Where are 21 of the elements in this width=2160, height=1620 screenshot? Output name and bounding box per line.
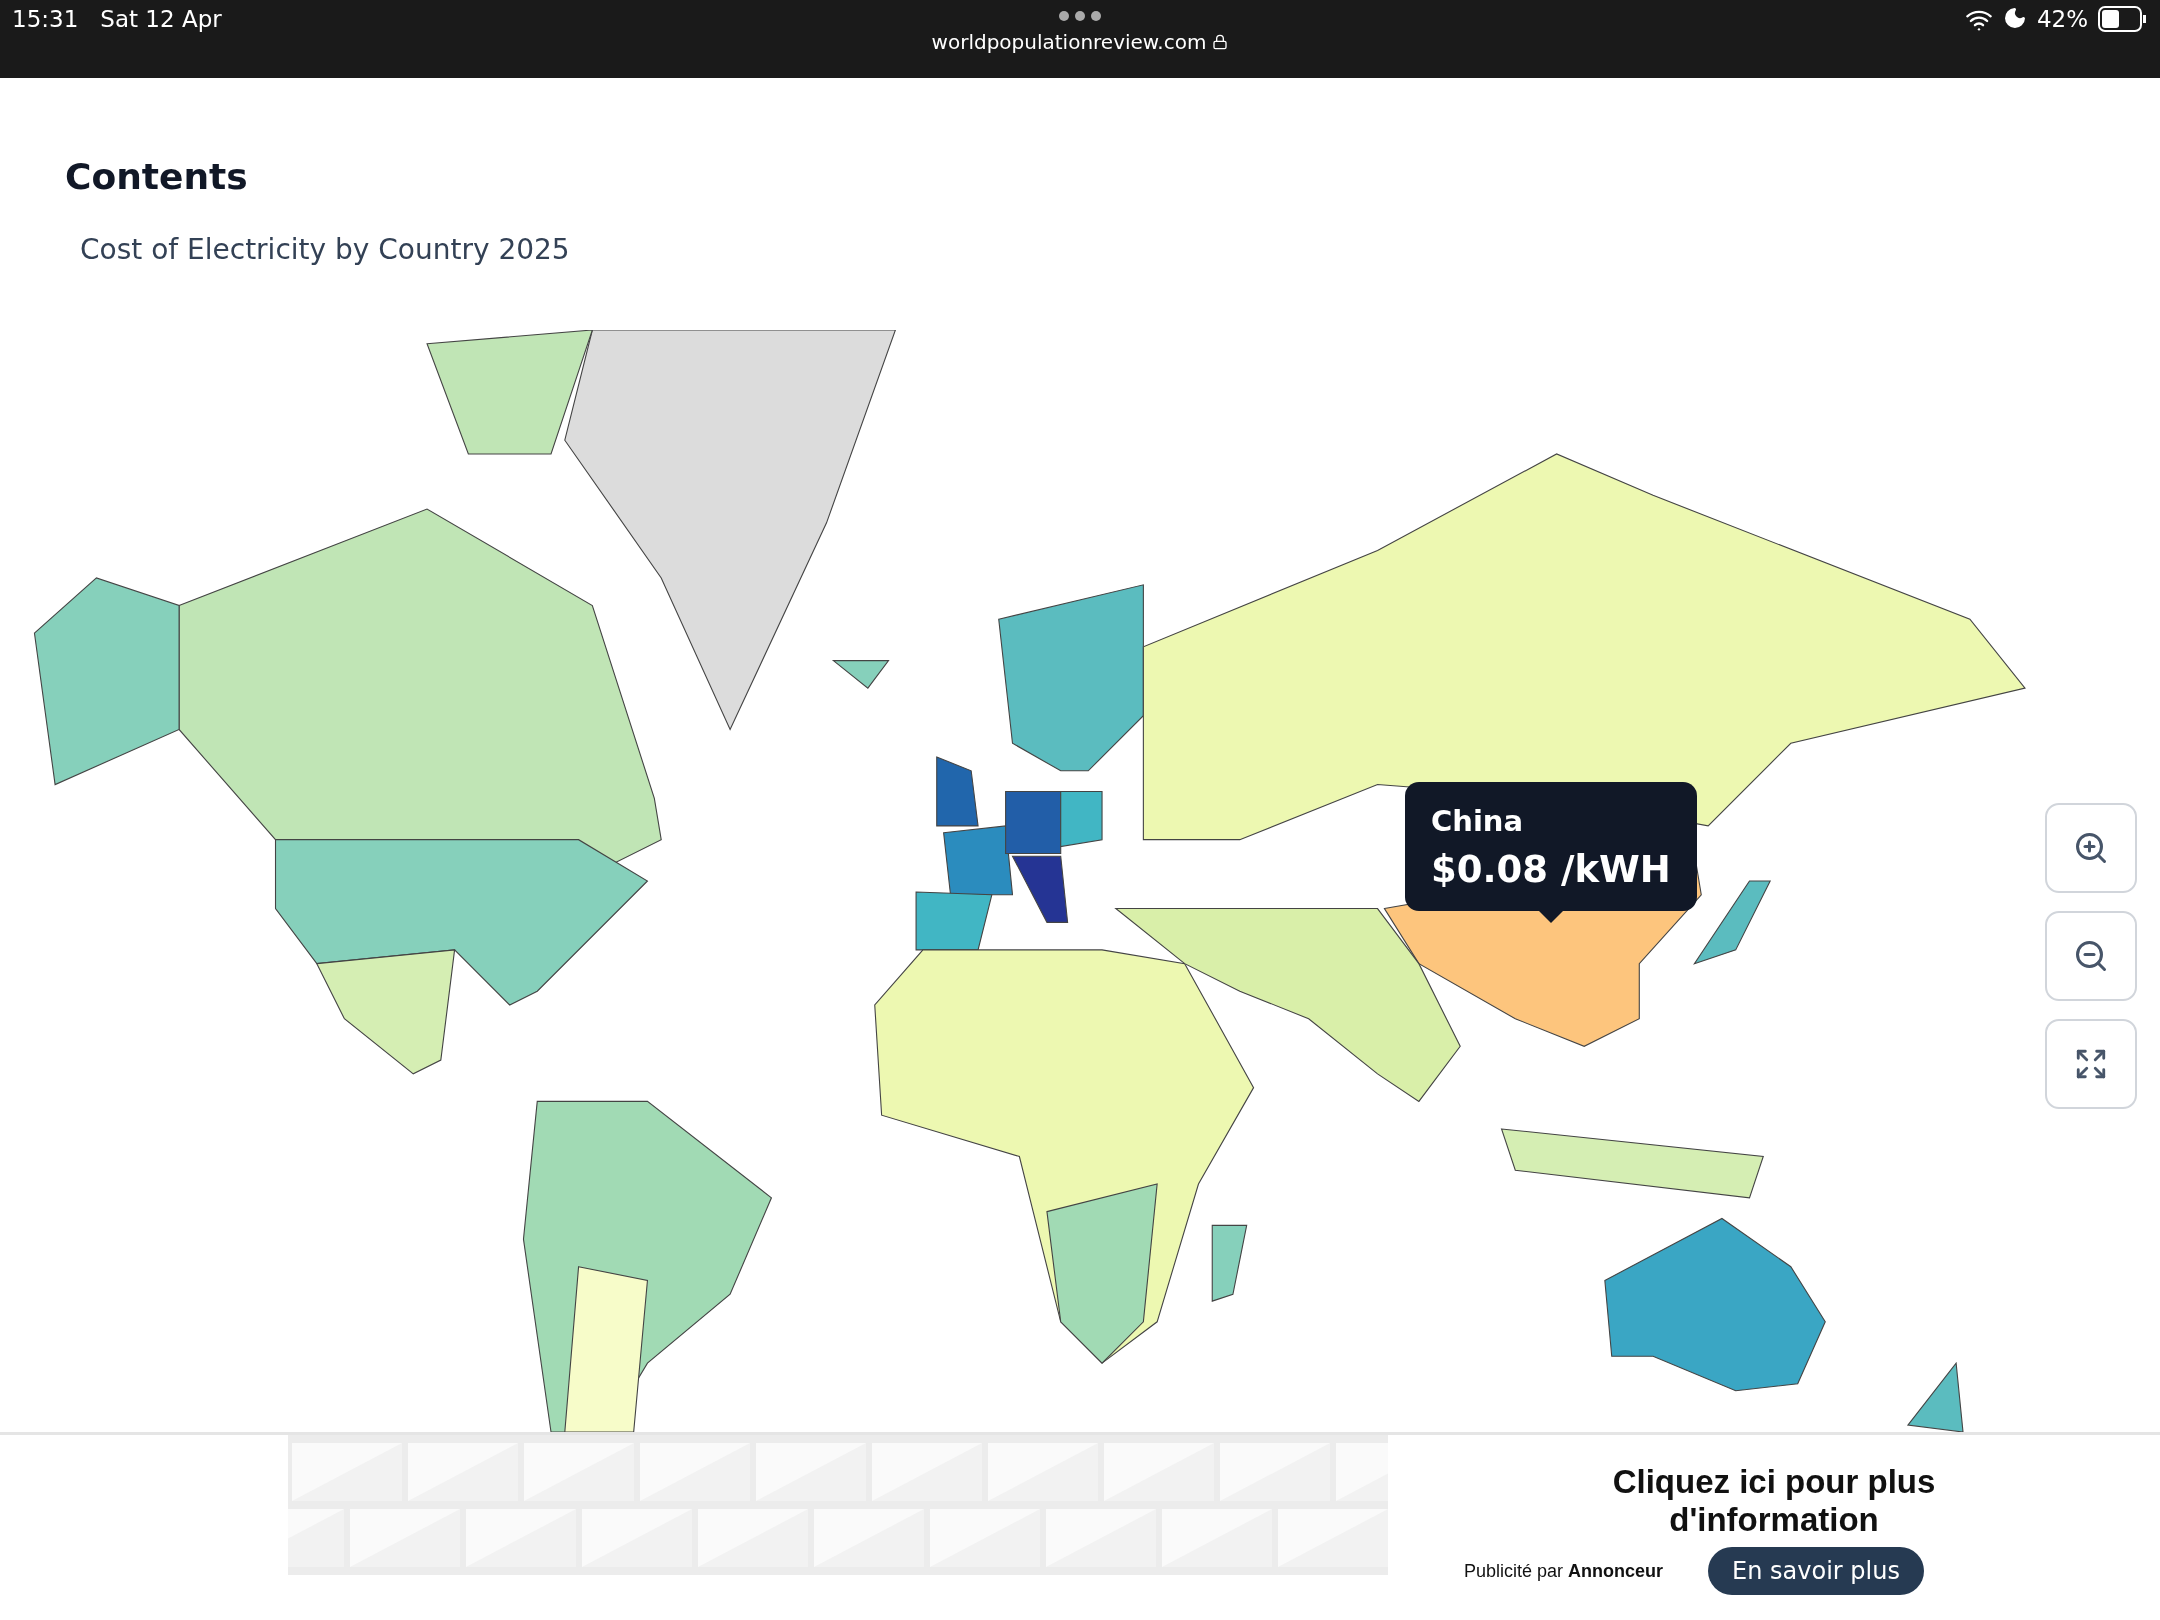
more-icon[interactable] bbox=[1058, 10, 1102, 22]
contents-heading: Contents bbox=[65, 156, 249, 197]
contents-link[interactable]: Cost of Electricity by Country 2025 bbox=[80, 233, 2160, 266]
moon-icon bbox=[2002, 6, 2027, 30]
fullscreen-button[interactable] bbox=[2045, 1019, 2137, 1109]
ad-headline[interactable]: Cliquez ici pour plus d'information bbox=[1564, 1463, 1984, 1539]
status-date: Sat 12 Apr bbox=[100, 6, 222, 34]
zoom-out-icon bbox=[2073, 938, 2109, 974]
battery-percent: 42% bbox=[2036, 6, 2088, 32]
address-url[interactable]: worldpopulationreview.com bbox=[931, 30, 1207, 54]
tooltip-country: China bbox=[1431, 804, 1525, 838]
zoom-in-icon bbox=[2073, 830, 2109, 866]
tooltip-value: $0.08 /kWH bbox=[1431, 848, 1671, 891]
battery-icon bbox=[2098, 6, 2148, 32]
zoom-out-button[interactable] bbox=[2045, 911, 2137, 1001]
zoom-in-button[interactable] bbox=[2045, 803, 2137, 893]
learn-more-button[interactable]: En savoir plus bbox=[1708, 1547, 1924, 1595]
lock-icon bbox=[1212, 34, 1229, 50]
ad-credit: Publicité par Annonceur bbox=[1464, 1560, 1664, 1582]
expand-icon bbox=[2074, 1047, 2108, 1081]
clock-time: 15:31 bbox=[12, 6, 79, 34]
